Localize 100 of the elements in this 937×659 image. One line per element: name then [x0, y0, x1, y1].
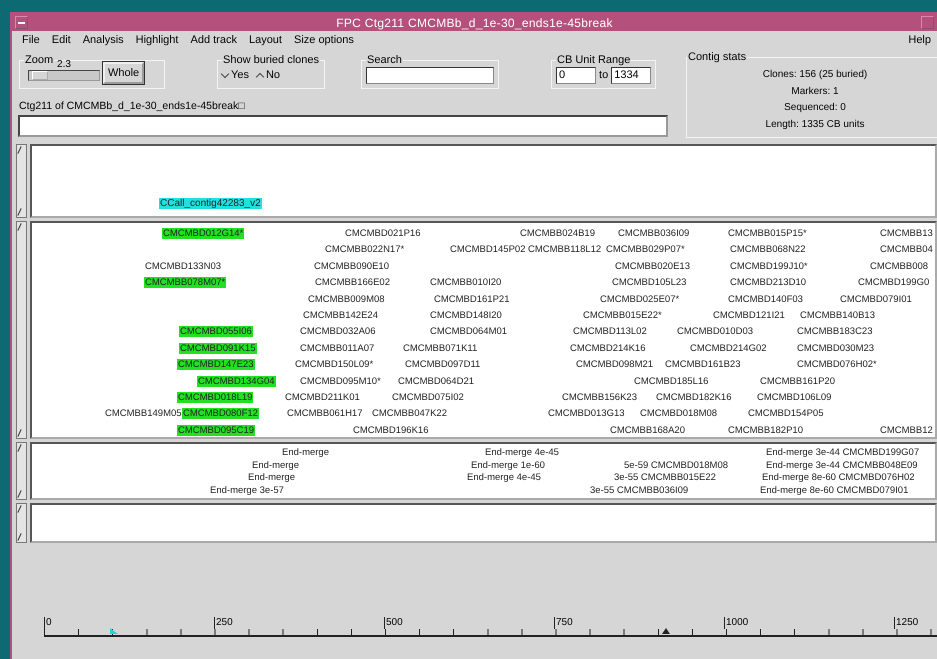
clone-label[interactable]: CMCMBB008 [869, 260, 930, 272]
clone-label[interactable]: CMCMBD021P16 [344, 228, 422, 239]
clone-label[interactable]: CMCMBD182K16 [655, 392, 732, 403]
track-handle[interactable] [16, 503, 27, 543]
contig-label[interactable]: CCall_contig42283_v2 [159, 198, 262, 209]
range-label: CB Unit Range [556, 55, 632, 65]
clone-label[interactable]: CMCMBD214G02 [689, 342, 768, 354]
clone-label[interactable]: CMCMBD018L19 [177, 392, 254, 403]
clone-label[interactable]: CMCMBB071K11 [402, 342, 478, 354]
range-end-field[interactable]: 1334 [611, 66, 652, 84]
clone-label[interactable]: CMCMBD106L09 [756, 392, 832, 403]
clone-label[interactable]: CMCMBD133N03 [144, 260, 222, 272]
clone-label[interactable]: CMCMBD113L02 [572, 326, 648, 338]
clone-label[interactable]: CMCMBD147E23 [177, 359, 254, 370]
clone-label[interactable]: CMCMBD161P21 [433, 294, 510, 305]
clone-label[interactable]: CMCMBB156K23 [561, 392, 638, 403]
contig-text-field[interactable] [18, 115, 668, 137]
clone-label[interactable]: CMCMBD095M10* [299, 376, 382, 387]
clone-label[interactable]: CMCMBB024B19 [519, 228, 596, 239]
clone-label[interactable]: CMCMBB061H17 [286, 408, 364, 420]
clone-label[interactable]: CMCMBD032A06 [299, 326, 376, 338]
clone-label[interactable]: CMCMBB13 [879, 228, 934, 239]
clone-label[interactable]: CMCMBD055I06 [179, 326, 253, 338]
clone-label[interactable]: CMCMBB068N22 [729, 244, 806, 256]
clone-label[interactable]: CMCMBD145P02 [449, 244, 526, 256]
clone-label[interactable]: CMCMBD025E07* [599, 294, 680, 305]
clone-label[interactable]: CMCMBB009M08 [307, 294, 386, 305]
clone-label[interactable]: CMCMBB036I09 [617, 228, 690, 239]
clone-label[interactable]: CMCMBB161P20 [759, 376, 836, 387]
merge-label: End-merge 4e-45 [484, 447, 560, 458]
clone-label[interactable]: CMCMBD091K15 [179, 342, 256, 354]
clone-label[interactable]: CMCMBB015E22* [582, 310, 663, 321]
clone-label[interactable]: CMCMBB011A07 [299, 342, 376, 354]
clone-label[interactable]: CMCMBD196K16 [352, 424, 430, 436]
clone-label[interactable]: CMCMBD012G14* [162, 228, 244, 239]
track-handle[interactable] [16, 221, 27, 439]
clone-label[interactable]: CMCMBD079I01 [839, 294, 913, 305]
clone-label[interactable]: CMCMBB149M05 [104, 408, 183, 420]
range-start-field[interactable]: 0 [556, 66, 596, 84]
clone-label[interactable]: CMCMBB168A20 [609, 424, 686, 436]
clone-label[interactable]: CMCMBB166E02 [314, 277, 391, 288]
clone-label[interactable]: CMCMBD098M21 [575, 359, 654, 370]
radio-label[interactable]: Yes [231, 69, 249, 81]
clone-label[interactable]: CMCMBD075I02 [391, 392, 465, 403]
clone-label[interactable]: CMCMBB010I20 [429, 277, 502, 288]
search-field[interactable] [366, 66, 494, 84]
menu-item[interactable]: Help [902, 34, 937, 46]
zoom-slider[interactable] [28, 70, 100, 81]
clone-label[interactable]: CMCMBD121I21 [712, 310, 786, 321]
clone-label[interactable]: CMCMBD148I20 [429, 310, 503, 321]
clone-label[interactable]: CMCMBB118L12 [527, 244, 602, 256]
clone-label[interactable]: CMCMBB182P10 [727, 424, 804, 436]
clone-label[interactable]: CMCMBD185L16 [633, 376, 710, 387]
clone-label[interactable]: CMCMBD010D03 [676, 326, 754, 338]
whole-button[interactable]: Whole [103, 62, 144, 84]
menu-item[interactable]: Edit [46, 34, 77, 46]
slider-thumb[interactable] [32, 71, 48, 80]
clone-label[interactable]: CMCMBB047K22 [371, 408, 448, 420]
radio-label[interactable]: No [266, 69, 280, 81]
clone-label[interactable]: CMCMBD199G0 [857, 277, 930, 288]
clone-label[interactable]: CMCMBB029P07* [605, 244, 686, 256]
merge-label: 5e-59 CMCMBD018M08 [623, 460, 730, 470]
clone-label[interactable]: CMCMBD076H02* [796, 359, 878, 370]
clone-label[interactable]: CMCMBD213D10 [729, 277, 808, 288]
clone-label[interactable]: CMCMBB022N17* [324, 244, 406, 256]
clone-label[interactable]: CMCMBD211K01 [284, 392, 361, 403]
clone-label[interactable]: CMCMBB015P15* [727, 228, 808, 239]
menu-item[interactable]: Highlight [130, 34, 184, 46]
clone-label[interactable]: CMCMBD013G13 [547, 408, 626, 420]
menu-item[interactable]: Add track [184, 34, 243, 46]
clone-label[interactable]: CMCMBD095C19 [177, 424, 256, 436]
clone-label[interactable]: CMCMBB04 [879, 244, 934, 256]
clone-label[interactable]: CMCMBB142E24 [302, 310, 379, 321]
clone-label[interactable]: CMCMBB078M07* [144, 277, 226, 288]
clone-label[interactable]: CMCMBD105L23 [611, 277, 688, 288]
menu-item[interactable]: Analysis [76, 34, 130, 46]
clone-label[interactable]: CMCMBD214K16 [569, 342, 646, 354]
clone-label[interactable]: CMCMBD161B23 [664, 359, 742, 370]
clone-label[interactable]: CMCMBD030M23 [796, 342, 876, 354]
clone-label[interactable]: CMCMBB090E10 [313, 260, 390, 272]
clone-label[interactable]: CMCMBD097D11 [404, 359, 482, 370]
clone-label[interactable]: CMCMBB020E13 [614, 260, 691, 272]
clone-label[interactable]: CMCMBB140B13 [799, 310, 876, 321]
menu-item[interactable]: File [16, 34, 46, 46]
clone-label[interactable]: CMCMBD154P05 [747, 408, 824, 420]
track-handle[interactable] [16, 442, 27, 500]
window-menu-button[interactable] [15, 16, 28, 29]
clone-label[interactable]: CMCMBD150L09* [294, 359, 374, 370]
clone-label[interactable]: CMCMBD140F03 [727, 294, 804, 305]
menu-item[interactable]: Size options [288, 34, 360, 46]
clone-label[interactable]: CMCMBD134G04 [197, 376, 276, 387]
clone-label[interactable]: CMCMBD080F12 [182, 408, 259, 420]
clone-label[interactable]: CMCMBB12 [879, 424, 934, 436]
clone-label[interactable]: CMCMBD018M08 [639, 408, 718, 420]
clone-label[interactable]: CMCMBD064M01 [429, 326, 508, 338]
clone-label[interactable]: CMCMBD064D21 [397, 376, 476, 387]
menu-item[interactable]: Layout [242, 34, 288, 46]
clone-label[interactable]: CMCMBB183C23 [796, 326, 874, 338]
clone-label[interactable]: CMCMBD199J10* [729, 260, 809, 272]
track-handle[interactable] [16, 144, 27, 218]
